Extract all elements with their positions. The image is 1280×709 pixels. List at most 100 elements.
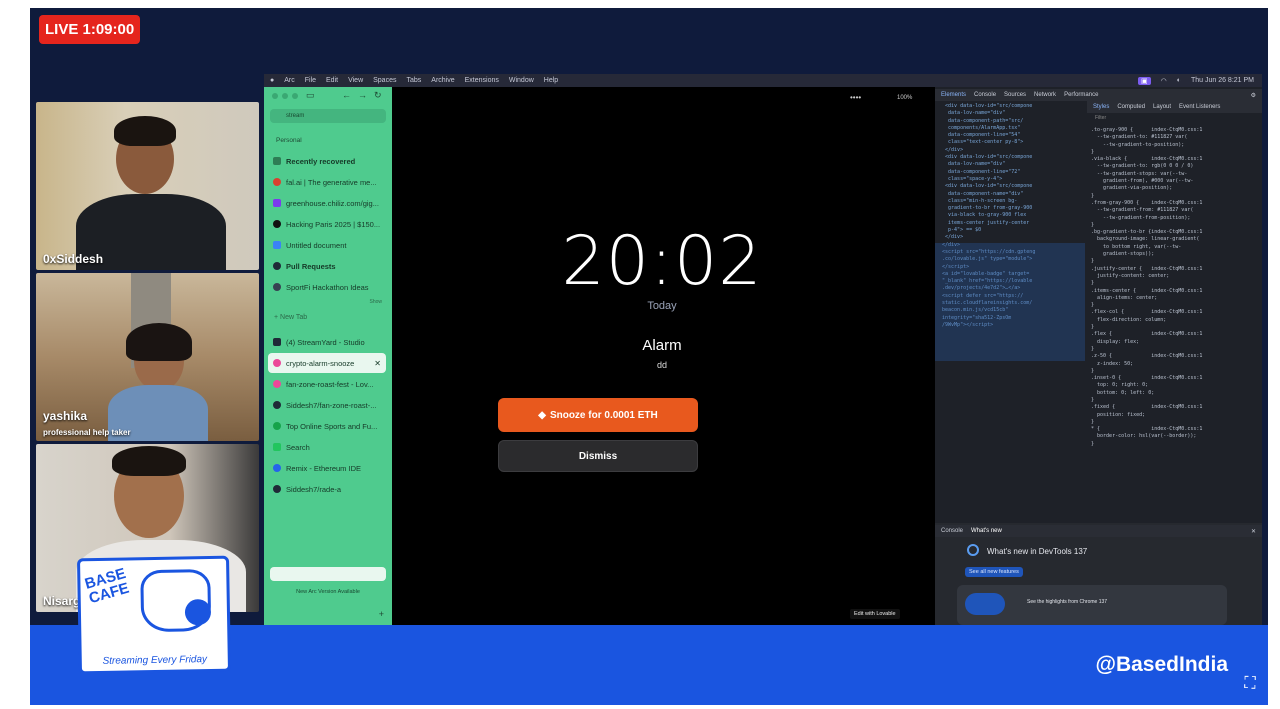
close-tab-icon[interactable]: ✕ — [374, 359, 386, 368]
styles-tab-computed[interactable]: Computed — [1117, 104, 1145, 110]
sidebar-item-hacking-paris[interactable]: Hacking Paris 2025 | $150... — [268, 214, 386, 234]
alarm-app: •••• 100% 20:02 Today Alarm dd ◆ Snooze f… — [392, 87, 932, 625]
control-center-icon[interactable]: ◐ — [1177, 77, 1181, 84]
github-icon — [273, 262, 281, 270]
add-icon[interactable]: + — [379, 609, 384, 619]
url-bar[interactable]: stream — [270, 109, 386, 123]
screen-record-icon[interactable]: ▣ — [1137, 76, 1151, 85]
lovable-icon — [273, 359, 281, 367]
devtools-drawer: Console What's new ✕ What's new in DevTo… — [935, 523, 1262, 625]
github-icon — [273, 401, 281, 409]
live-indicator: LIVE 1:09:00 — [39, 15, 141, 44]
new-tab-button[interactable]: + New Tab — [274, 314, 307, 321]
sidebar-item-sportfi[interactable]: SportFi Hackathon Ideas — [268, 277, 386, 297]
tab-top-online-sports[interactable]: Top Online Sports and Fu... — [268, 416, 386, 436]
video-thumbnail-icon — [965, 593, 1005, 615]
styles-tab-styles[interactable]: Styles — [1093, 104, 1109, 110]
devtools-tab-network[interactable]: Network — [1034, 92, 1056, 98]
styles-filter-input[interactable]: Filter — [1095, 115, 1165, 121]
fullscreen-icon[interactable]: ⛶ — [1240, 674, 1260, 694]
menu-view[interactable]: View — [348, 77, 363, 84]
back-icon[interactable]: ← — [342, 90, 351, 100]
menu-help[interactable]: Help — [544, 77, 558, 84]
devtools-tab-elements[interactable]: Elements — [941, 92, 966, 98]
tab-label: fan-zone-roast-fest - Lov... — [286, 379, 374, 389]
sidebar-item-label: greenhouse.chiliz.com/gig... — [286, 198, 379, 208]
chrome-highlights-card[interactable]: See the highlights from Chrome 137 — [957, 585, 1227, 625]
styles-tab-layout[interactable]: Layout — [1153, 104, 1171, 110]
base-cafe-logo-title: BASE CAFE — [83, 565, 134, 607]
sidebar-item-label: Recently recovered — [286, 156, 356, 166]
sidebar-item-fal-ai[interactable]: fal.ai | The generative me... — [268, 172, 386, 192]
tab-rade-a[interactable]: Siddesh7/rade-a — [268, 479, 386, 499]
sidebar-item-recently-recovered[interactable]: Recently recovered — [268, 151, 386, 171]
sidebar-item-pull-requests[interactable]: Pull Requests — [268, 256, 386, 276]
tab-label: Search — [286, 442, 310, 452]
folder-icon — [273, 157, 281, 165]
sidebar-item-label: Untitled document — [286, 240, 347, 250]
sidebar-item-untitled-document[interactable]: Untitled document — [268, 235, 386, 255]
whats-new-title: What's new in DevTools 137 — [987, 547, 1088, 556]
menu-spaces[interactable]: Spaces — [373, 77, 396, 84]
settings-icon[interactable]: ⚙ — [1251, 92, 1262, 99]
tab-fan-zone-github[interactable]: Siddesh7/fan-zone-roast-... — [268, 395, 386, 415]
search-icon — [273, 443, 281, 451]
sidebar-toggle-icon[interactable]: ▭ — [306, 90, 315, 101]
tab-crypto-alarm-snooze[interactable]: crypto-alarm-snooze ✕ — [268, 353, 386, 373]
forward-icon[interactable]: → — [358, 90, 367, 100]
base-cafe-logo: BASE CAFE Streaming Every Friday — [76, 555, 232, 675]
menu-file[interactable]: File — [305, 77, 316, 84]
favicon-icon — [273, 422, 281, 430]
media-player-widget[interactable] — [270, 567, 386, 581]
styles-pane: .to-gray-900 { index-CtqM0.css:1 --tw-gr… — [1091, 127, 1203, 447]
tab-remix[interactable]: Remix - Ethereum IDE — [268, 458, 386, 478]
dismiss-button[interactable]: Dismiss — [498, 440, 698, 472]
tab-fan-zone-lovable[interactable]: fan-zone-roast-fest - Lov... — [268, 374, 386, 394]
stream-stage: LIVE 1:09:00 0xSiddesh yashika professio… — [30, 8, 1268, 705]
sidebar-item-label: fal.ai | The generative me... — [286, 177, 377, 187]
mac-menubar: ● Arc File Edit View Spaces Tabs Archive… — [264, 74, 1262, 87]
menu-arc[interactable]: Arc — [284, 77, 295, 84]
devtools-tab-performance[interactable]: Performance — [1064, 92, 1098, 98]
docs-icon — [273, 241, 281, 249]
menu-tabs[interactable]: Tabs — [406, 77, 421, 84]
sidebar-item-greenhouse[interactable]: greenhouse.chiliz.com/gig... — [268, 193, 386, 213]
coffee-cup-icon — [184, 599, 212, 626]
menu-archive[interactable]: Archive — [431, 77, 454, 84]
wifi-icon[interactable]: ◠ — [1161, 77, 1167, 85]
traffic-lights — [272, 93, 298, 99]
favicon-icon — [273, 220, 281, 228]
github-icon — [273, 485, 281, 493]
selected-node-highlight — [935, 243, 1085, 361]
devtools-tab-sources[interactable]: Sources — [1004, 92, 1026, 98]
participant-subtitle: professional help taker — [43, 428, 131, 437]
url-text: stream — [286, 113, 305, 119]
drawer-tab-whats-new[interactable]: What's new — [971, 528, 1002, 534]
styles-tab-event-listeners[interactable]: Event Listeners — [1179, 104, 1220, 110]
update-notice[interactable]: New Arc Version Available — [264, 589, 392, 595]
show-more-label[interactable]: Show — [369, 299, 382, 305]
see-all-features-button[interactable]: See all new features — [965, 567, 1023, 577]
clock-day: Today — [647, 300, 677, 312]
participant-name: 0xSiddesh — [43, 252, 104, 266]
edit-with-lovable-badge[interactable]: Edit with Lovable — [850, 609, 900, 619]
tab-label: Siddesh7/fan-zone-roast-... — [286, 400, 377, 410]
apple-icon[interactable]: ● — [270, 77, 274, 84]
snooze-button[interactable]: ◆ Snooze for 0.0001 ETH — [498, 398, 698, 432]
menu-extensions[interactable]: Extensions — [465, 77, 499, 84]
logo-tagline: Streaming Every Friday — [102, 654, 208, 667]
participant-name: yashika — [43, 409, 88, 423]
reload-icon[interactable]: ↻ — [374, 90, 382, 101]
chrome-icon — [967, 544, 979, 556]
drawer-tab-console[interactable]: Console — [941, 528, 963, 534]
snooze-label: Snooze for 0.0001 ETH — [549, 409, 658, 421]
notion-icon — [273, 283, 281, 291]
menu-window[interactable]: Window — [509, 77, 534, 84]
screen-share: ● Arc File Edit View Spaces Tabs Archive… — [264, 74, 1262, 625]
tab-streamyard[interactable]: (4) StreamYard - Studio — [268, 332, 386, 352]
devtools-tab-console[interactable]: Console — [974, 92, 996, 98]
menu-edit[interactable]: Edit — [326, 77, 338, 84]
close-icon[interactable]: ✕ — [1251, 528, 1262, 535]
more-icon[interactable]: •••• — [850, 93, 861, 102]
tab-search[interactable]: Search — [268, 437, 386, 457]
